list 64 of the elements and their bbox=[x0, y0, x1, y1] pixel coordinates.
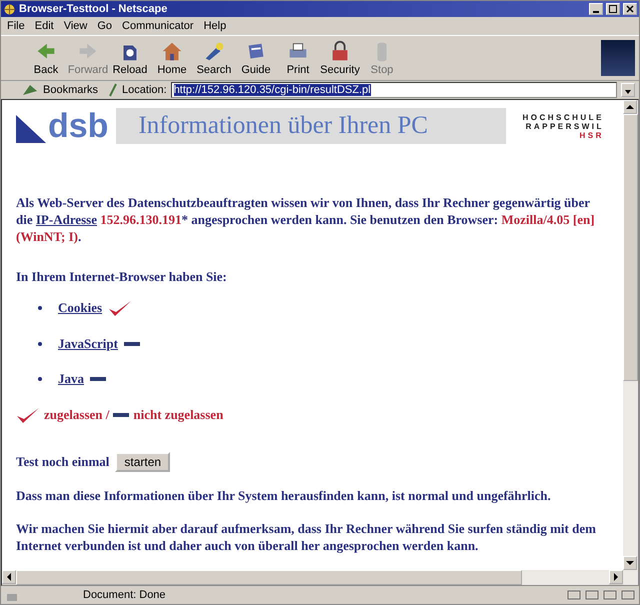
toolbar-button[interactable]: Print bbox=[277, 40, 319, 76]
toolbar-button[interactable]: Reload bbox=[109, 40, 151, 76]
component-icon[interactable] bbox=[585, 589, 599, 601]
note-paragraph: Wir machen Sie hiermit aber darauf aufmerksam, dass Ihr Rechner während Sie surfen ständig mit dem Internet verbunden ist und daher auch von überall her angesprochen werden kann. bbox=[16, 520, 597, 554]
retest-label: Test noch einmal bbox=[16, 454, 110, 470]
features-heading: In Ihrem Internet-Browser haben Sie: bbox=[16, 269, 228, 285]
location-icon bbox=[108, 83, 118, 97]
horizontal-scrollbar[interactable] bbox=[16, 570, 609, 585]
page-banner: Informationen über Ihren PC bbox=[116, 108, 506, 144]
minimize-button[interactable] bbox=[589, 3, 603, 15]
menu-item[interactable]: View bbox=[64, 20, 88, 32]
status-text: Document: Done bbox=[83, 589, 167, 601]
toolbar-button[interactable]: Security bbox=[319, 40, 361, 76]
bookmarks-button[interactable]: Bookmarks bbox=[43, 84, 98, 96]
close-icon bbox=[626, 5, 634, 13]
dropdown-button[interactable] bbox=[621, 83, 635, 97]
start-button[interactable]: starten bbox=[115, 452, 170, 472]
toolbar-button[interactable]: Back bbox=[25, 40, 67, 76]
caret-icon bbox=[623, 88, 633, 96]
bullet-icon bbox=[38, 377, 42, 381]
feature-link[interactable]: Cookies bbox=[58, 300, 102, 316]
arrow-up-icon bbox=[626, 104, 634, 110]
school-logo-text: RAPPERSWIL bbox=[526, 122, 604, 130]
window-title: Browser-Testtool - Netscape bbox=[19, 3, 168, 15]
scroll-up-button[interactable] bbox=[623, 100, 637, 114]
arrow-left-icon bbox=[6, 573, 12, 581]
bullet-icon bbox=[38, 306, 42, 310]
component-icon[interactable] bbox=[621, 589, 635, 601]
bookmark-icon bbox=[21, 83, 39, 97]
component-icon[interactable] bbox=[567, 589, 581, 601]
menu-item[interactable]: File bbox=[7, 20, 25, 32]
maximize-button[interactable] bbox=[606, 3, 620, 15]
logo-text: dsb bbox=[48, 109, 108, 143]
arrow-right-icon bbox=[613, 573, 619, 581]
scroll-left-button[interactable] bbox=[2, 570, 16, 584]
scroll-down-button[interactable] bbox=[623, 556, 637, 570]
arrow-down-icon bbox=[626, 560, 634, 566]
app-icon bbox=[3, 2, 16, 16]
maximize-icon bbox=[609, 5, 617, 13]
toolbar-button[interactable]: Home bbox=[151, 40, 193, 76]
note-paragraph: Dass man diese Informationen über Ihr System herausfinden kann, ist normal und ungefährlich. bbox=[16, 488, 552, 504]
location-label: Location: bbox=[122, 84, 167, 96]
component-icon[interactable] bbox=[603, 589, 617, 601]
legend-text: zugelassen / bbox=[44, 407, 110, 423]
menu-item[interactable]: Help bbox=[204, 20, 226, 32]
close-button[interactable] bbox=[623, 3, 637, 15]
logo-icon bbox=[601, 40, 635, 76]
menu-item[interactable]: Edit bbox=[34, 20, 54, 32]
url-field[interactable]: http://152.96.120.35/cgi-bin/resultDSZ.pl bbox=[170, 82, 617, 98]
scroll-right-button[interactable] bbox=[609, 570, 623, 584]
menu-item[interactable]: Communicator bbox=[122, 20, 194, 32]
school-logo-text: HSR bbox=[580, 130, 604, 140]
intro-paragraph: Als Web-Server des Datenschutzbeauftragten wissen wir von Ihnen, dass Ihr Rechner gegenwärtig über die IP-Adresse 152.96.130.191* angesprochen werden kann. Sie benutzen den Browser: Mozilla/4.05 [en] (WinNT; I). bbox=[16, 194, 596, 245]
toolbar-button[interactable]: Guide bbox=[235, 40, 277, 76]
feature-link[interactable]: Java bbox=[58, 371, 84, 387]
triangle-icon bbox=[16, 115, 46, 143]
feature-link[interactable]: JavaScript bbox=[58, 336, 118, 352]
bullet-icon bbox=[38, 342, 42, 346]
menu-item[interactable]: Go bbox=[97, 20, 112, 32]
school-logo-text: HOCHSCHULE bbox=[522, 112, 604, 122]
legend-text: nicht zugelassen bbox=[133, 407, 224, 423]
ip-link[interactable]: IP-Adresse bbox=[36, 212, 98, 227]
toolbar-button[interactable]: Search bbox=[193, 40, 235, 76]
dash-icon bbox=[113, 413, 130, 417]
